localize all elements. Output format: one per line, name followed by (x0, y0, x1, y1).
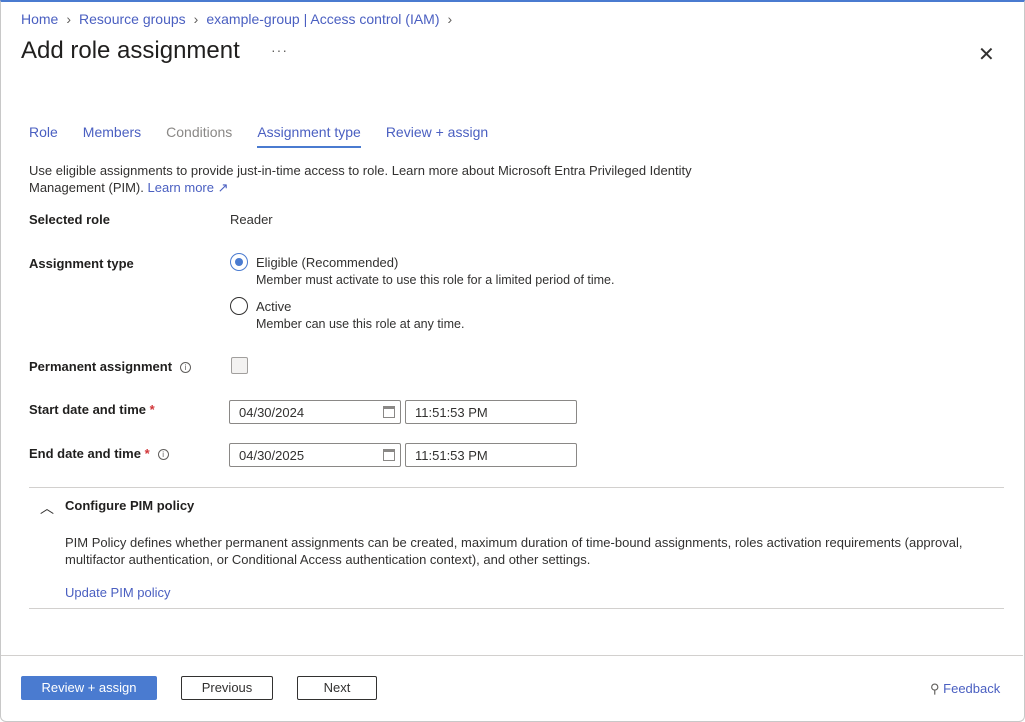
feedback-link[interactable]: ⚲ Feedback (930, 681, 1000, 697)
start-date-value: 04/30/2024 (239, 405, 305, 420)
required-marker: * (144, 446, 150, 461)
feedback-label: Feedback (943, 681, 1001, 696)
tab-assignment-type[interactable]: Assignment type (257, 124, 361, 148)
end-date-label: End date and time * i (29, 446, 169, 461)
pim-section-title[interactable]: Configure PIM policy (65, 498, 194, 513)
close-icon[interactable]: ✕ (978, 42, 995, 67)
end-date-value: 04/30/2025 (239, 448, 305, 463)
chevron-right-icon: › (193, 11, 199, 27)
active-description: Member can use this role at any time. (256, 317, 465, 331)
description-text: Use eligible assignments to provide just… (29, 163, 692, 195)
tab-members[interactable]: Members (83, 124, 141, 148)
info-icon[interactable]: i (180, 362, 192, 373)
next-button[interactable]: Next (297, 676, 377, 700)
permanent-assignment-label: Permanent assignment i (29, 359, 192, 374)
selected-role-value: Reader (230, 212, 273, 227)
breadcrumb-home[interactable]: Home (21, 11, 58, 27)
breadcrumb-iam[interactable]: example-group | Access control (IAM) (206, 11, 439, 27)
chevron-up-icon[interactable]: ︿ (40, 498, 54, 518)
page-title: Add role assignment (21, 37, 240, 64)
start-label-text: Start date and time (29, 402, 147, 417)
tab-role[interactable]: Role (29, 124, 58, 148)
divider (29, 608, 1004, 609)
tab-conditions[interactable]: Conditions (166, 124, 232, 148)
divider (29, 487, 1004, 488)
info-icon[interactable]: i (157, 449, 169, 460)
chevron-right-icon: › (66, 11, 72, 27)
end-label-text: End date and time (29, 446, 141, 461)
breadcrumb: Home › Resource groups › example-group | A… (21, 11, 452, 27)
chevron-right-icon: › (447, 11, 453, 27)
description: Use eligible assignments to provide just… (29, 162, 729, 196)
learn-more-link[interactable]: Learn more (148, 180, 214, 195)
tab-review-assign[interactable]: Review + assign (386, 124, 488, 148)
permanent-label-text: Permanent assignment (29, 359, 173, 374)
start-date-label: Start date and time * (29, 402, 155, 417)
eligible-label[interactable]: Eligible (Recommended) (256, 255, 398, 270)
update-pim-policy-link[interactable]: Update PIM policy (65, 585, 171, 600)
radio-eligible[interactable] (230, 253, 248, 271)
selected-role-label: Selected role (29, 212, 110, 227)
pim-description: PIM Policy defines whether permanent ass… (65, 535, 963, 567)
external-link-icon: ↗ (213, 180, 229, 195)
required-marker: * (149, 402, 155, 417)
breadcrumb-resource-groups[interactable]: Resource groups (79, 11, 186, 27)
calendar-icon[interactable] (383, 406, 395, 418)
eligible-description: Member must activate to use this role fo… (256, 273, 615, 287)
assignment-type-label: Assignment type (29, 256, 134, 271)
more-options-icon[interactable]: ··· (271, 42, 288, 58)
radio-active[interactable] (230, 297, 248, 315)
previous-button[interactable]: Previous (181, 676, 273, 700)
end-time-input[interactable]: 11:51:53 PM (405, 443, 577, 467)
review-assign-button[interactable]: Review + assign (21, 676, 157, 700)
feedback-icon: ⚲ (930, 681, 940, 696)
calendar-icon[interactable] (383, 449, 395, 461)
permanent-assignment-checkbox[interactable] (231, 357, 248, 374)
end-date-input[interactable]: 04/30/2025 (229, 443, 401, 467)
footer-divider (1, 655, 1023, 656)
active-label[interactable]: Active (256, 299, 291, 314)
start-date-input[interactable]: 04/30/2024 (229, 400, 401, 424)
start-time-input[interactable]: 11:51:53 PM (405, 400, 577, 424)
tab-bar: Role Members Conditions Assignment type … (29, 124, 488, 148)
